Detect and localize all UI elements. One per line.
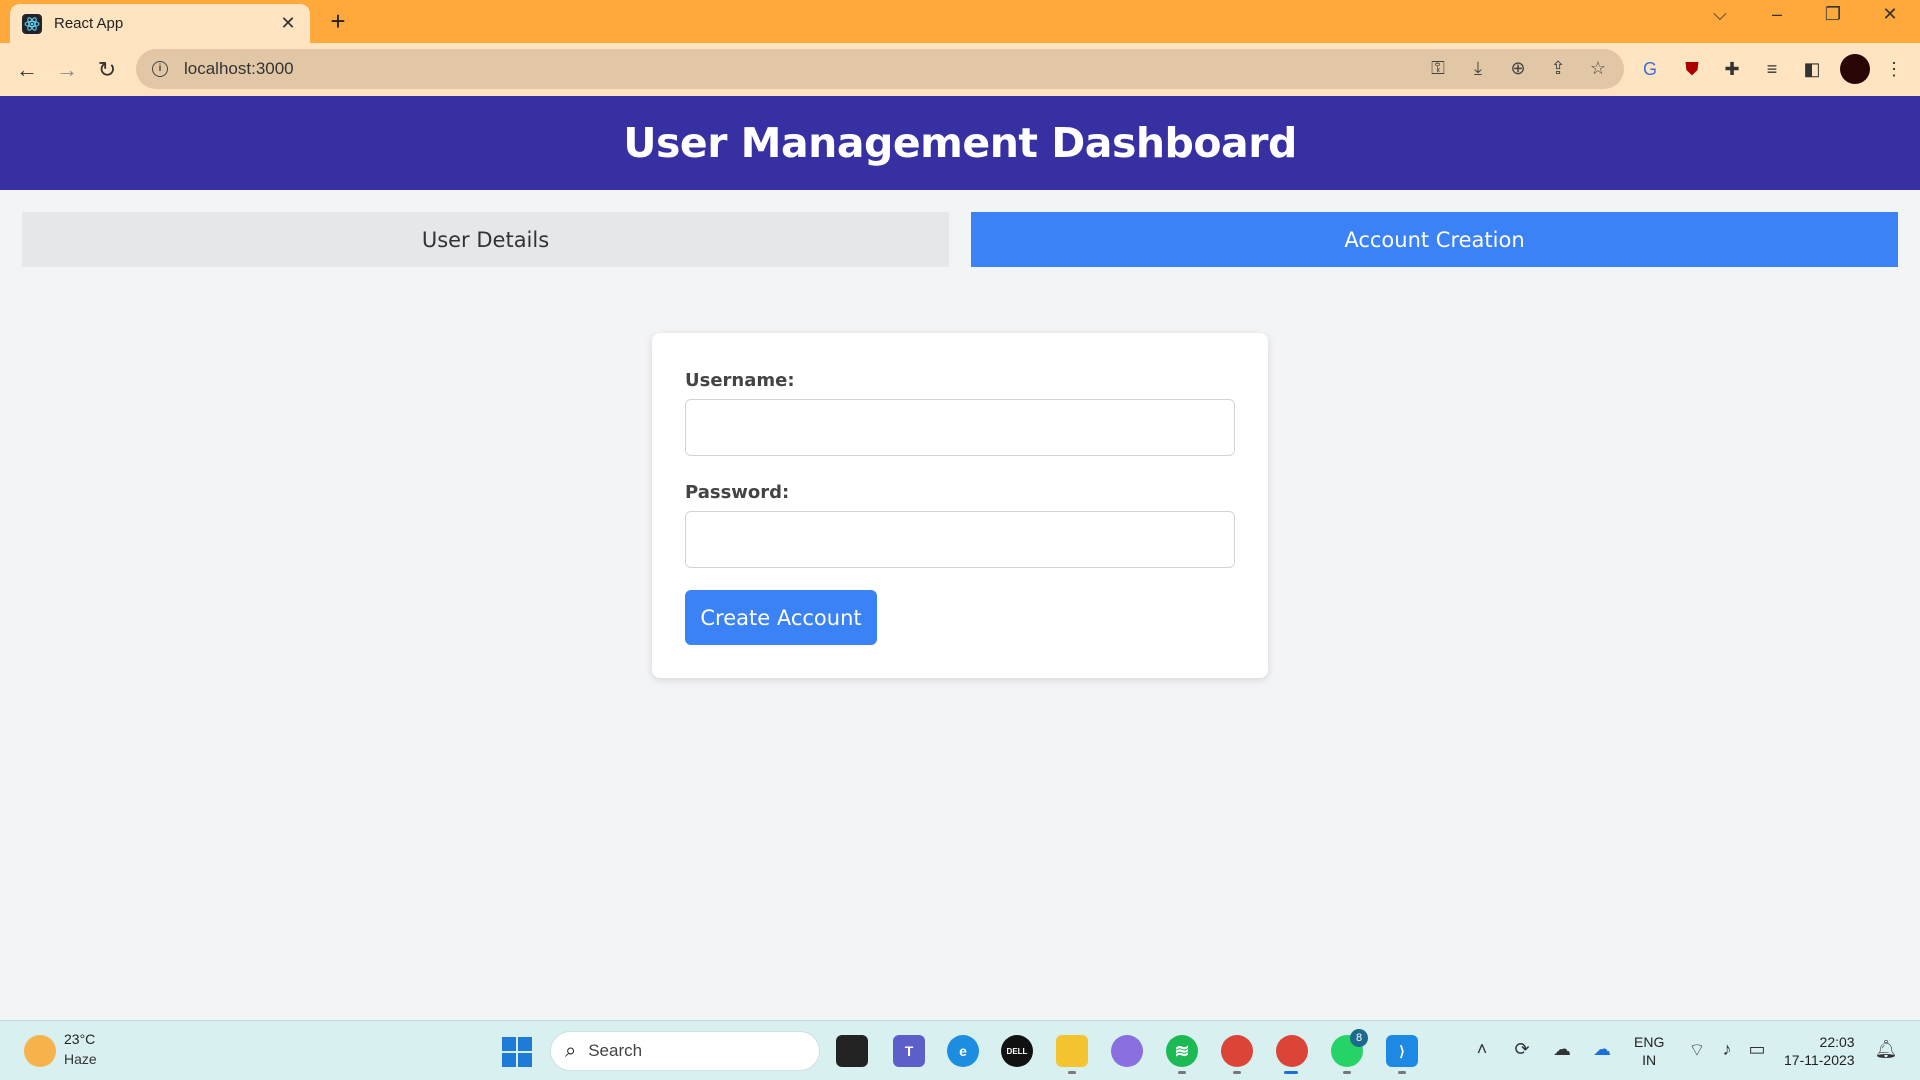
username-label: Username: <box>685 370 795 391</box>
clock[interactable]: 22:03 17-11-2023 <box>1784 1033 1855 1069</box>
volume-icon[interactable]: ♪ <box>1715 1039 1739 1060</box>
copilot-icon[interactable] <box>1111 1035 1143 1067</box>
install-icon[interactable]: ⤓ <box>1468 58 1488 79</box>
tab-user-details[interactable]: User Details <box>22 212 949 267</box>
username-input[interactable] <box>685 399 1235 456</box>
clock-time: 22:03 <box>1819 1034 1855 1050</box>
browser-tab[interactable]: React App ✕ <box>10 4 310 43</box>
dell-icon[interactable]: DELL <box>1001 1035 1033 1067</box>
spotify-icon[interactable]: ≋ <box>1166 1035 1198 1067</box>
restore-button[interactable]: ❐ <box>1813 4 1853 25</box>
language-indicator[interactable]: ENG IN <box>1634 1033 1664 1069</box>
running-indicator <box>1068 1071 1076 1074</box>
password-label: Password: <box>685 482 790 503</box>
edge-icon[interactable]: e <box>947 1035 979 1067</box>
bookmark-star-icon[interactable]: ☆ <box>1588 58 1608 79</box>
extensions-puzzle-icon[interactable]: ✚ <box>1718 55 1746 83</box>
tab-search-icon[interactable]: ⌵ <box>1700 4 1740 25</box>
zoom-icon[interactable]: ⊕ <box>1508 58 1528 79</box>
back-icon[interactable]: ← <box>12 55 42 85</box>
weather-haze-icon[interactable] <box>24 1035 56 1067</box>
chevron-up-icon[interactable]: ˄ <box>1470 1039 1494 1060</box>
cloud-icon[interactable]: ☁ <box>1550 1039 1574 1060</box>
chrome-profile-icon[interactable] <box>1276 1035 1308 1067</box>
tab-account-creation[interactable]: Account Creation <box>971 212 1898 267</box>
task-view-icon[interactable] <box>836 1035 868 1067</box>
dashboard-tabs: User Details Account Creation <box>22 212 1898 267</box>
minimize-button[interactable]: – <box>1757 4 1797 25</box>
windows-start-icon[interactable] <box>502 1037 532 1067</box>
share-icon[interactable]: ⇪ <box>1548 58 1568 79</box>
teams-icon[interactable]: T <box>893 1035 925 1067</box>
app-header: User Management Dashboard <box>0 96 1920 190</box>
forward-icon[interactable]: → <box>52 55 82 85</box>
taskbar: 23°C Haze ⌕ Search T e DELL ≋ 8 ⟩ ˄ ⟳ ☁ … <box>0 1020 1920 1080</box>
whatsapp-badge: 8 <box>1350 1029 1368 1047</box>
browser-tab-title: React App <box>54 15 124 32</box>
battery-icon[interactable]: ▭ <box>1745 1039 1769 1060</box>
reload-icon[interactable]: ↻ <box>92 55 122 85</box>
running-indicator <box>1343 1071 1351 1074</box>
address-bar[interactable]: i localhost:3000 ⚿ ⤓ ⊕ ⇪ ☆ <box>136 49 1624 89</box>
region-code: IN <box>1642 1052 1657 1068</box>
react-icon <box>22 13 42 34</box>
wifi-icon[interactable]: ⌔ <box>1685 1039 1709 1062</box>
account-creation-form: Username: Password: Create Account <box>652 333 1268 678</box>
taskbar-search[interactable]: ⌕ Search <box>550 1031 820 1071</box>
browser-tabstrip: React App ✕ + ⌵ – ❐ ✕ <box>0 0 1920 43</box>
new-tab-button[interactable]: + <box>324 8 352 34</box>
profile-avatar[interactable] <box>1840 54 1870 84</box>
key-icon[interactable]: ⚿ <box>1428 58 1448 79</box>
weather-condition[interactable]: Haze <box>64 1051 97 1067</box>
notification-bell-icon[interactable]: 🔔︎ <box>1874 1039 1898 1060</box>
weather-temperature[interactable]: 23°C <box>64 1031 95 1047</box>
vscode-icon[interactable]: ⟩ <box>1386 1035 1418 1067</box>
search-icon: ⌕ <box>565 1039 577 1062</box>
translate-extension-icon[interactable]: G <box>1636 55 1664 83</box>
close-window-button[interactable]: ✕ <box>1870 4 1910 25</box>
search-placeholder: Search <box>588 1041 643 1060</box>
clock-date: 17-11-2023 <box>1784 1052 1855 1068</box>
password-input[interactable] <box>685 511 1235 568</box>
browser-toolbar: ← → ↻ i localhost:3000 ⚿ ⤓ ⊕ ⇪ ☆ G ⛊ ✚ ≡… <box>0 43 1920 96</box>
running-indicator <box>1178 1071 1186 1074</box>
page-title: User Management Dashboard <box>623 119 1297 167</box>
file-explorer-icon[interactable] <box>1056 1035 1088 1067</box>
media-queue-icon[interactable]: ≡ <box>1758 55 1786 83</box>
address-url: localhost:3000 <box>184 59 294 78</box>
language-code: ENG <box>1634 1034 1665 1050</box>
running-indicator <box>1398 1071 1406 1074</box>
chrome-icon[interactable] <box>1221 1035 1253 1067</box>
sync-icon[interactable]: ⟳ <box>1510 1039 1534 1060</box>
onedrive-icon[interactable]: ☁ <box>1590 1039 1614 1060</box>
running-indicator <box>1233 1071 1241 1074</box>
create-account-button[interactable]: Create Account <box>685 590 877 645</box>
tab-close-icon[interactable]: ✕ <box>278 13 298 34</box>
side-panel-icon[interactable]: ◧ <box>1798 55 1826 83</box>
site-info-icon[interactable]: i <box>152 61 168 77</box>
ublock-shield-icon[interactable]: ⛊ <box>1678 55 1706 83</box>
active-indicator <box>1284 1071 1298 1074</box>
browser-menu-icon[interactable]: ⋮ <box>1880 55 1908 83</box>
